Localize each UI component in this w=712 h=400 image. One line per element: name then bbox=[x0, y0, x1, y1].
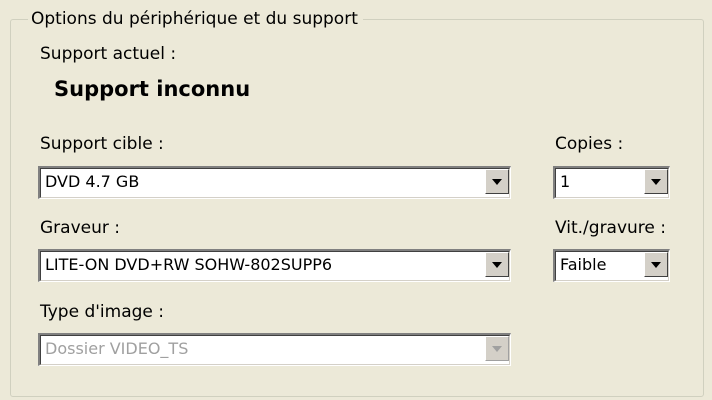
current-media-label: Support actuel : bbox=[40, 44, 177, 64]
chevron-down-icon bbox=[492, 179, 502, 185]
current-media-value: Support inconnu bbox=[54, 77, 251, 101]
burn-speed-label: Vit./gravure : bbox=[555, 218, 667, 238]
burner-select[interactable]: LITE-ON DVD+RW SOHW-802SUPP6 bbox=[38, 249, 511, 282]
group-title: Options du périphérique et du support bbox=[28, 8, 363, 30]
burner-label: Graveur : bbox=[40, 218, 120, 238]
chevron-down-icon bbox=[492, 262, 502, 268]
image-type-value: Dossier VIDEO_TS bbox=[45, 339, 189, 358]
burn-speed-dropdown-button[interactable] bbox=[644, 252, 668, 277]
burner-dropdown-button[interactable] bbox=[485, 252, 509, 277]
image-type-select[interactable]: Dossier VIDEO_TS bbox=[38, 333, 511, 366]
burn-speed-select[interactable]: Faible bbox=[553, 249, 670, 282]
image-type-label: Type d'image : bbox=[40, 302, 164, 322]
target-media-label: Support cible : bbox=[40, 134, 164, 154]
copies-dropdown-button[interactable] bbox=[644, 169, 668, 194]
chevron-down-icon bbox=[492, 346, 502, 352]
burn-speed-value: Faible bbox=[560, 255, 607, 274]
target-media-select[interactable]: DVD 4.7 GB bbox=[38, 166, 511, 199]
target-media-dropdown-button[interactable] bbox=[485, 169, 509, 194]
burner-value: LITE-ON DVD+RW SOHW-802SUPP6 bbox=[45, 255, 333, 274]
image-type-dropdown-button[interactable] bbox=[485, 336, 509, 361]
copies-value: 1 bbox=[560, 172, 571, 191]
copies-label: Copies : bbox=[555, 134, 624, 154]
chevron-down-icon bbox=[651, 179, 661, 185]
chevron-down-icon bbox=[651, 262, 661, 268]
copies-select[interactable]: 1 bbox=[553, 166, 670, 199]
target-media-value: DVD 4.7 GB bbox=[45, 172, 140, 191]
